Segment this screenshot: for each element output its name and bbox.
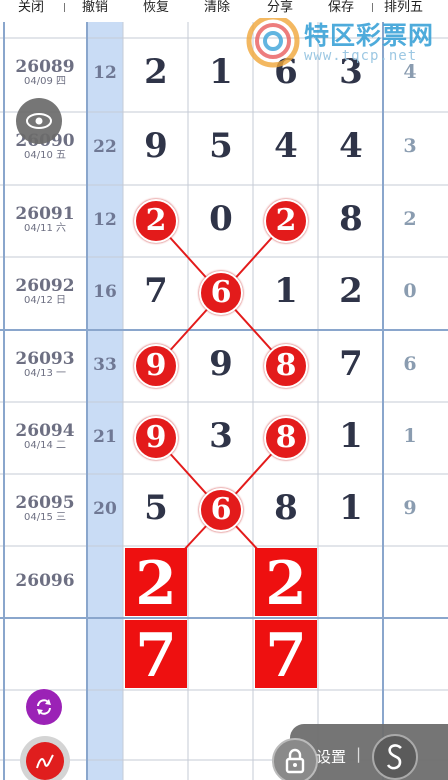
permutation-five-button[interactable]: 排列五 <box>384 0 423 18</box>
digit-cell[interactable]: 4 <box>328 126 374 166</box>
period-label: 26092 04/12 日 <box>10 277 80 307</box>
sum-value: 12 <box>93 63 117 83</box>
sum-value: 20 <box>93 499 117 519</box>
digit-cell[interactable]: 7 <box>328 344 374 384</box>
period-date: 04/15 三 <box>24 512 66 523</box>
marked-digit-ball[interactable]: 8 <box>264 344 308 388</box>
sum-value: 21 <box>93 427 117 447</box>
chart-grid <box>0 22 448 780</box>
digit-cell[interactable]: 1 <box>263 271 309 311</box>
prediction-digit-box[interactable]: 7 <box>255 620 317 691</box>
period-number: 26093 <box>15 349 75 369</box>
period-label: 26091 04/11 六 <box>10 205 80 235</box>
lock-icon <box>285 748 305 774</box>
sum-value: 12 <box>93 210 117 230</box>
settings-separator: | <box>356 745 362 763</box>
fifth-digit: 6 <box>403 353 417 375</box>
s-app-button[interactable] <box>372 734 418 780</box>
digit-cell[interactable]: 1 <box>328 416 374 456</box>
fifth-digit: 1 <box>403 425 417 447</box>
sum-value: 16 <box>93 282 117 302</box>
digit-cell[interactable]: 9 <box>133 126 179 166</box>
undo-button[interactable]: 撤销 <box>82 0 108 18</box>
fifth-digit: 4 <box>403 61 417 83</box>
marked-digit-ball[interactable]: 9 <box>134 416 178 460</box>
period-date: 04/09 四 <box>24 76 66 87</box>
digit-cell[interactable]: 4 <box>263 126 309 166</box>
marked-digit-ball[interactable]: 2 <box>264 199 308 243</box>
refresh-button[interactable] <box>26 689 62 725</box>
clear-button[interactable]: 清除 <box>204 0 230 18</box>
marked-digit-ball[interactable]: 9 <box>134 344 178 388</box>
pen-tool-inner <box>26 742 64 780</box>
marked-digit-ball[interactable]: 8 <box>264 416 308 460</box>
digit-cell[interactable]: 3 <box>328 52 374 92</box>
fifth-digit: 2 <box>403 208 417 230</box>
toolbar-separator <box>64 3 65 12</box>
toolbar-separator <box>372 3 373 12</box>
digit-cell[interactable]: 2 <box>328 271 374 311</box>
marked-digit-ball[interactable]: 6 <box>199 271 243 315</box>
digit-cell[interactable]: 8 <box>263 488 309 528</box>
sum-column-bg <box>87 22 123 780</box>
digit-cell[interactable]: 5 <box>198 126 244 166</box>
prediction-digit-box[interactable]: 7 <box>125 620 187 691</box>
digit-cell[interactable]: 2 <box>133 52 179 92</box>
fifth-digit: 3 <box>403 135 417 157</box>
period-label: 26096 <box>10 572 80 590</box>
period-number: 26096 <box>15 571 75 591</box>
period-number: 26094 <box>15 421 75 441</box>
period-label: 26093 04/13 一 <box>10 350 80 380</box>
period-number: 26092 <box>15 276 75 296</box>
fifth-digit: 0 <box>403 280 417 302</box>
sum-value: 22 <box>93 137 117 157</box>
period-date: 04/12 日 <box>24 295 66 306</box>
share-button[interactable]: 分享 <box>267 0 293 18</box>
restore-button[interactable]: 恢复 <box>143 0 169 18</box>
digit-cell[interactable]: 1 <box>198 52 244 92</box>
s-logo-icon <box>386 744 402 770</box>
highlight-digit-box[interactable]: 2 <box>125 548 187 619</box>
digit-cell[interactable]: 9 <box>198 344 244 384</box>
close-button[interactable]: 关闭 <box>18 0 44 18</box>
period-label: 26089 04/09 四 <box>10 58 80 88</box>
lock-button[interactable] <box>272 738 318 780</box>
period-label: 26094 04/14 二 <box>10 422 80 452</box>
eye-icon <box>26 113 52 129</box>
pen-tool-button[interactable] <box>20 736 70 780</box>
refresh-icon <box>37 699 51 715</box>
period-number: 26091 <box>15 204 75 224</box>
period-number: 26089 <box>15 57 75 77</box>
period-date: 04/10 五 <box>24 150 66 161</box>
marked-digit-ball[interactable]: 6 <box>199 488 243 532</box>
sum-value: 33 <box>93 355 117 375</box>
highlight-digit-box[interactable]: 2 <box>255 548 317 619</box>
period-date: 04/11 六 <box>24 223 66 234</box>
fifth-digit: 9 <box>403 497 417 519</box>
period-label: 26095 04/15 三 <box>10 494 80 524</box>
save-button[interactable]: 保存 <box>328 0 354 18</box>
settings-label[interactable]: 设置 <box>316 746 346 767</box>
lottery-chart-app: 关闭 撤销 恢复 清除 分享 保存 排列五 特区彩票网 www.tqcp.net… <box>0 0 448 780</box>
digit-cell[interactable]: 8 <box>328 199 374 239</box>
digit-cell[interactable]: 7 <box>133 271 179 311</box>
eye-toggle-button[interactable] <box>16 98 62 144</box>
marked-digit-ball[interactable]: 2 <box>134 199 178 243</box>
digit-cell[interactable]: 1 <box>328 488 374 528</box>
top-toolbar: 关闭 撤销 恢复 清除 分享 保存 排列五 <box>0 0 448 18</box>
digit-cell[interactable]: 0 <box>198 199 244 239</box>
digit-cell[interactable]: 3 <box>198 416 244 456</box>
period-number: 26095 <box>15 493 75 513</box>
period-date: 04/13 一 <box>24 368 66 379</box>
period-date: 04/14 二 <box>24 440 66 451</box>
digit-cell[interactable]: 5 <box>133 488 179 528</box>
digit-cell[interactable]: 6 <box>263 52 309 92</box>
pen-icon <box>36 754 54 769</box>
